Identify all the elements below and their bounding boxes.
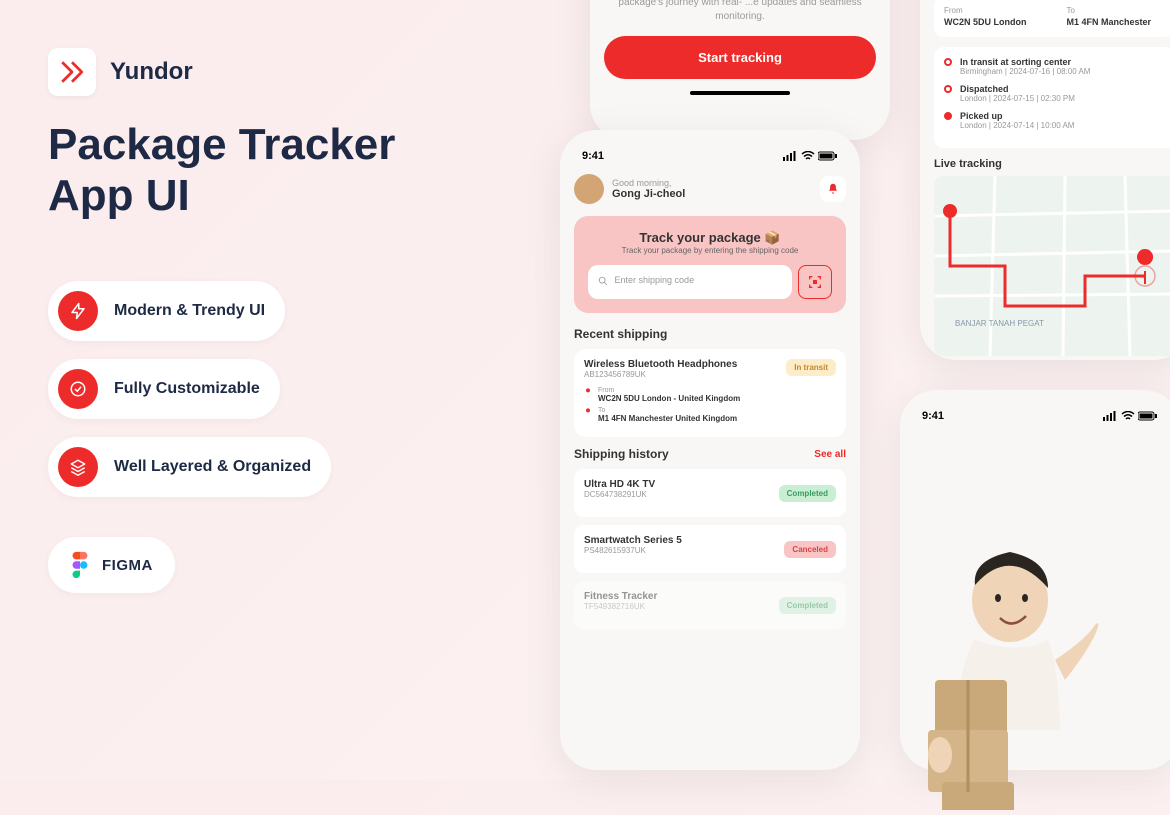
- scan-icon: [807, 274, 823, 290]
- from-value: WC2N 5DU London: [944, 17, 1027, 27]
- hero-image: [880, 530, 1120, 810]
- time: 9:41: [922, 410, 944, 422]
- route-header: From WC2N 5DU London To M1 4FN Manchester: [934, 0, 1170, 37]
- map[interactable]: BANJAR TANAH PEGAT: [934, 176, 1170, 356]
- search-input[interactable]: Enter shipping code: [588, 265, 792, 299]
- feature-label: Well Layered & Organized: [114, 458, 311, 476]
- status-badge: Canceled: [784, 541, 836, 558]
- logo-icon: [48, 48, 96, 96]
- recent-shipping-title: Recent shipping: [574, 327, 846, 341]
- figma-label: FIGMA: [102, 557, 153, 574]
- feature-pill: Well Layered & Organized: [48, 437, 331, 497]
- status-badge: Completed: [779, 597, 836, 614]
- feature-pill: Fully Customizable: [48, 359, 280, 419]
- timeline-item: Picked upLondon | 2024-07-14 | 10:00 AM: [944, 111, 1166, 130]
- wifi-icon: [1121, 411, 1135, 421]
- battery-icon: [818, 151, 838, 161]
- live-tracking-title: Live tracking: [934, 158, 1170, 170]
- start-tracking-button[interactable]: Start tracking: [604, 36, 876, 79]
- history-item[interactable]: Ultra HD 4K TVDC564738291UK Completed: [574, 469, 846, 517]
- phone-tracking-detail: FromWC2N 5DU London ToM1 4FN Manchester …: [920, 0, 1170, 360]
- map-label: BANJAR TANAH PEGAT: [955, 319, 1044, 328]
- tracking-code: AB123456789UK: [584, 370, 737, 379]
- layers-icon: [58, 447, 98, 487]
- greeting: Good morning,: [612, 178, 685, 188]
- from-label: From: [944, 6, 1027, 15]
- pin-icon: [584, 387, 592, 395]
- status-bar: 9:41: [574, 146, 846, 166]
- history-item[interactable]: Smartwatch Series 5PS482615937UK Cancele…: [574, 525, 846, 573]
- feature-pill: Modern & Trendy UI: [48, 281, 285, 341]
- time: 9:41: [582, 150, 604, 162]
- track-subtitle: Track your package by entering the shipp…: [588, 246, 832, 255]
- see-all-link[interactable]: See all: [814, 449, 846, 460]
- figma-pill: FIGMA: [48, 537, 175, 593]
- to-label: To: [1067, 6, 1152, 15]
- status-badge: In transit: [786, 359, 836, 376]
- phone-home: 9:41 Good morning, Gong Ji-cheol Track y…: [560, 130, 860, 770]
- feature-list: Modern & Trendy UI Fully Customizable We…: [48, 281, 488, 497]
- timeline-item: DispatchedLondon | 2024-07-15 | 02:30 PM: [944, 84, 1166, 103]
- pin-icon: [584, 407, 592, 415]
- track-title: Track your package 📦: [588, 230, 832, 246]
- figma-icon: [70, 551, 90, 579]
- product-name: Wireless Bluetooth Headphones: [584, 359, 737, 370]
- feature-label: Fully Customizable: [114, 380, 260, 398]
- recent-shipping-card[interactable]: Wireless Bluetooth Headphones AB12345678…: [574, 349, 846, 437]
- page-title: Package Tracker App UI: [48, 120, 488, 221]
- history-item[interactable]: Fitness TrackerTF549382716UK Completed: [574, 581, 846, 629]
- scan-button[interactable]: [798, 265, 832, 299]
- track-card: Track your package 📦 Track your package …: [574, 216, 846, 313]
- notification-button[interactable]: [820, 176, 846, 202]
- feature-label: Modern & Trendy UI: [114, 302, 265, 320]
- signal-icon: [1103, 411, 1118, 421]
- user-row: Good morning, Gong Ji-cheol: [574, 174, 846, 204]
- battery-icon: [1138, 411, 1158, 421]
- onboarding-desc: package's journey with real- ...e update…: [604, 0, 876, 24]
- user-name: Gong Ji-cheol: [612, 188, 685, 200]
- avatar[interactable]: [574, 174, 604, 204]
- shipping-history-title: Shipping history: [574, 447, 669, 461]
- signal-icon: [783, 151, 798, 161]
- to-value: M1 4FN Manchester: [1067, 17, 1152, 27]
- status-badge: Completed: [779, 485, 836, 502]
- timeline-item: In transit at sorting centerBirmingham |…: [944, 57, 1166, 76]
- search-icon: [598, 276, 608, 286]
- phone-onboarding: package's journey with real- ...e update…: [590, 0, 890, 140]
- timeline: In transit at sorting centerBirmingham |…: [934, 47, 1170, 148]
- brand-row: Yundor: [48, 48, 488, 96]
- status-bar: 9:41: [914, 406, 1166, 426]
- home-indicator: [690, 91, 790, 95]
- lightning-icon: [58, 291, 98, 331]
- brand-name: Yundor: [110, 58, 193, 86]
- check-circle-icon: [58, 369, 98, 409]
- wifi-icon: [801, 151, 815, 161]
- bell-icon: [826, 182, 840, 196]
